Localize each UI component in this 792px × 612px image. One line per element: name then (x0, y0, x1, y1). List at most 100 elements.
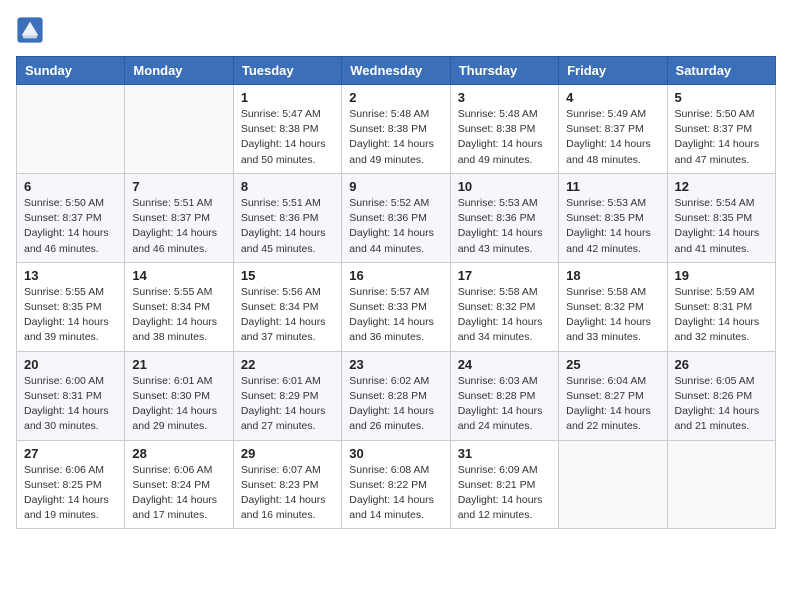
day-info: Sunrise: 5:51 AMSunset: 8:37 PMDaylight:… (132, 196, 225, 257)
calendar-cell: 26 Sunrise: 6:05 AMSunset: 8:26 PMDayligh… (667, 351, 775, 440)
day-info: Sunrise: 5:50 AMSunset: 8:37 PMDaylight:… (675, 107, 768, 168)
day-number: 25 (566, 357, 659, 372)
calendar-cell: 2 Sunrise: 5:48 AMSunset: 8:38 PMDaylight… (342, 85, 450, 174)
day-info: Sunrise: 5:48 AMSunset: 8:38 PMDaylight:… (349, 107, 442, 168)
calendar-week-row: 20Sunrise: 6:00 AMSunset: 8:31 PMDayligh… (17, 351, 776, 440)
day-info: Sunrise: 6:09 AMSunset: 8:21 PMDaylight:… (458, 463, 551, 524)
calendar-cell: 20Sunrise: 6:00 AMSunset: 8:31 PMDayligh… (17, 351, 125, 440)
calendar-week-row: 6Sunrise: 5:50 AMSunset: 8:37 PMDaylight… (17, 173, 776, 262)
day-header: Sunday (17, 57, 125, 85)
calendar-cell: 25 Sunrise: 6:04 AMSunset: 8:27 PMDayligh… (559, 351, 667, 440)
calendar-cell (17, 85, 125, 174)
day-number: 9 (349, 179, 442, 194)
day-header: Tuesday (233, 57, 341, 85)
calendar-cell: 17 Sunrise: 5:58 AMSunset: 8:32 PMDayligh… (450, 262, 558, 351)
day-number: 28 (132, 446, 225, 461)
calendar-cell: 28 Sunrise: 6:06 AMSunset: 8:24 PMDayligh… (125, 440, 233, 529)
calendar-cell: 12 Sunrise: 5:54 AMSunset: 8:35 PMDayligh… (667, 173, 775, 262)
day-number: 2 (349, 90, 442, 105)
day-info: Sunrise: 5:49 AMSunset: 8:37 PMDaylight:… (566, 107, 659, 168)
calendar-cell: 29 Sunrise: 6:07 AMSunset: 8:23 PMDayligh… (233, 440, 341, 529)
day-number: 19 (675, 268, 768, 283)
calendar-cell: 13 Sunrise: 5:55 AMSunset: 8:35 PMDayligh… (17, 262, 125, 351)
day-number: 7 (132, 179, 225, 194)
day-info: Sunrise: 6:06 AMSunset: 8:25 PMDaylight:… (24, 463, 117, 524)
day-number: 13 (24, 268, 117, 283)
day-info: Sunrise: 6:07 AMSunset: 8:23 PMDaylight:… (241, 463, 334, 524)
day-info: Sunrise: 6:01 AMSunset: 8:30 PMDaylight:… (132, 374, 225, 435)
day-number: 3 (458, 90, 551, 105)
calendar-cell: 4 Sunrise: 5:49 AMSunset: 8:37 PMDaylight… (559, 85, 667, 174)
day-info: Sunrise: 5:57 AMSunset: 8:33 PMDaylight:… (349, 285, 442, 346)
calendar-cell: 5 Sunrise: 5:50 AMSunset: 8:37 PMDaylight… (667, 85, 775, 174)
day-header: Thursday (450, 57, 558, 85)
day-info: Sunrise: 6:02 AMSunset: 8:28 PMDaylight:… (349, 374, 442, 435)
calendar-cell (559, 440, 667, 529)
calendar-cell: 8 Sunrise: 5:51 AMSunset: 8:36 PMDaylight… (233, 173, 341, 262)
calendar-cell: 10Sunrise: 5:53 AMSunset: 8:36 PMDayligh… (450, 173, 558, 262)
day-number: 27 (24, 446, 117, 461)
day-number: 11 (566, 179, 659, 194)
day-header: Wednesday (342, 57, 450, 85)
day-number: 29 (241, 446, 334, 461)
day-number: 18 (566, 268, 659, 283)
day-number: 22 (241, 357, 334, 372)
calendar-cell: 21Sunrise: 6:01 AMSunset: 8:30 PMDayligh… (125, 351, 233, 440)
day-number: 20 (24, 357, 117, 372)
calendar-table: SundayMondayTuesdayWednesdayThursdayFrid… (16, 56, 776, 529)
day-number: 1 (241, 90, 334, 105)
day-info: Sunrise: 5:59 AMSunset: 8:31 PMDaylight:… (675, 285, 768, 346)
logo-icon (16, 16, 44, 44)
day-header: Saturday (667, 57, 775, 85)
calendar-cell: 9Sunrise: 5:52 AMSunset: 8:36 PMDaylight… (342, 173, 450, 262)
calendar-cell: 23Sunrise: 6:02 AMSunset: 8:28 PMDayligh… (342, 351, 450, 440)
day-number: 30 (349, 446, 442, 461)
day-info: Sunrise: 6:05 AMSunset: 8:26 PMDaylight:… (675, 374, 768, 435)
day-number: 16 (349, 268, 442, 283)
calendar-cell: 7 Sunrise: 5:51 AMSunset: 8:37 PMDaylight… (125, 173, 233, 262)
calendar-week-row: 13 Sunrise: 5:55 AMSunset: 8:35 PMDayligh… (17, 262, 776, 351)
day-info: Sunrise: 5:56 AMSunset: 8:34 PMDaylight:… (241, 285, 334, 346)
day-header: Monday (125, 57, 233, 85)
day-info: Sunrise: 5:51 AMSunset: 8:36 PMDaylight:… (241, 196, 334, 257)
day-info: Sunrise: 6:06 AMSunset: 8:24 PMDaylight:… (132, 463, 225, 524)
calendar-week-row: 27 Sunrise: 6:06 AMSunset: 8:25 PMDayligh… (17, 440, 776, 529)
calendar-cell: 16 Sunrise: 5:57 AMSunset: 8:33 PMDayligh… (342, 262, 450, 351)
day-info: Sunrise: 5:48 AMSunset: 8:38 PMDaylight:… (458, 107, 551, 168)
calendar-cell: 3 Sunrise: 5:48 AMSunset: 8:38 PMDaylight… (450, 85, 558, 174)
day-info: Sunrise: 6:01 AMSunset: 8:29 PMDaylight:… (241, 374, 334, 435)
day-info: Sunrise: 5:55 AMSunset: 8:34 PMDaylight:… (132, 285, 225, 346)
day-info: Sunrise: 5:55 AMSunset: 8:35 PMDaylight:… (24, 285, 117, 346)
day-number: 4 (566, 90, 659, 105)
day-number: 14 (132, 268, 225, 283)
day-number: 17 (458, 268, 551, 283)
day-info: Sunrise: 5:58 AMSunset: 8:32 PMDaylight:… (566, 285, 659, 346)
logo (16, 16, 48, 44)
day-number: 24 (458, 357, 551, 372)
day-number: 26 (675, 357, 768, 372)
calendar-cell: 30Sunrise: 6:08 AMSunset: 8:22 PMDayligh… (342, 440, 450, 529)
calendar-week-row: 1 Sunrise: 5:47 AMSunset: 8:38 PMDaylight… (17, 85, 776, 174)
calendar-cell: 6Sunrise: 5:50 AMSunset: 8:37 PMDaylight… (17, 173, 125, 262)
calendar-cell: 14 Sunrise: 5:55 AMSunset: 8:34 PMDayligh… (125, 262, 233, 351)
calendar-cell: 19 Sunrise: 5:59 AMSunset: 8:31 PMDayligh… (667, 262, 775, 351)
calendar-cell: 15 Sunrise: 5:56 AMSunset: 8:34 PMDayligh… (233, 262, 341, 351)
day-number: 31 (458, 446, 551, 461)
calendar-header-row: SundayMondayTuesdayWednesdayThursdayFrid… (17, 57, 776, 85)
day-number: 10 (458, 179, 551, 194)
calendar-cell: 27 Sunrise: 6:06 AMSunset: 8:25 PMDayligh… (17, 440, 125, 529)
day-info: Sunrise: 5:58 AMSunset: 8:32 PMDaylight:… (458, 285, 551, 346)
calendar-cell: 1 Sunrise: 5:47 AMSunset: 8:38 PMDaylight… (233, 85, 341, 174)
calendar-cell (125, 85, 233, 174)
day-info: Sunrise: 6:04 AMSunset: 8:27 PMDaylight:… (566, 374, 659, 435)
day-number: 8 (241, 179, 334, 194)
calendar-cell: 11 Sunrise: 5:53 AMSunset: 8:35 PMDayligh… (559, 173, 667, 262)
day-info: Sunrise: 5:47 AMSunset: 8:38 PMDaylight:… (241, 107, 334, 168)
day-number: 6 (24, 179, 117, 194)
day-info: Sunrise: 5:54 AMSunset: 8:35 PMDaylight:… (675, 196, 768, 257)
day-number: 12 (675, 179, 768, 194)
day-number: 5 (675, 90, 768, 105)
day-info: Sunrise: 5:53 AMSunset: 8:35 PMDaylight:… (566, 196, 659, 257)
calendar-cell (667, 440, 775, 529)
day-number: 15 (241, 268, 334, 283)
